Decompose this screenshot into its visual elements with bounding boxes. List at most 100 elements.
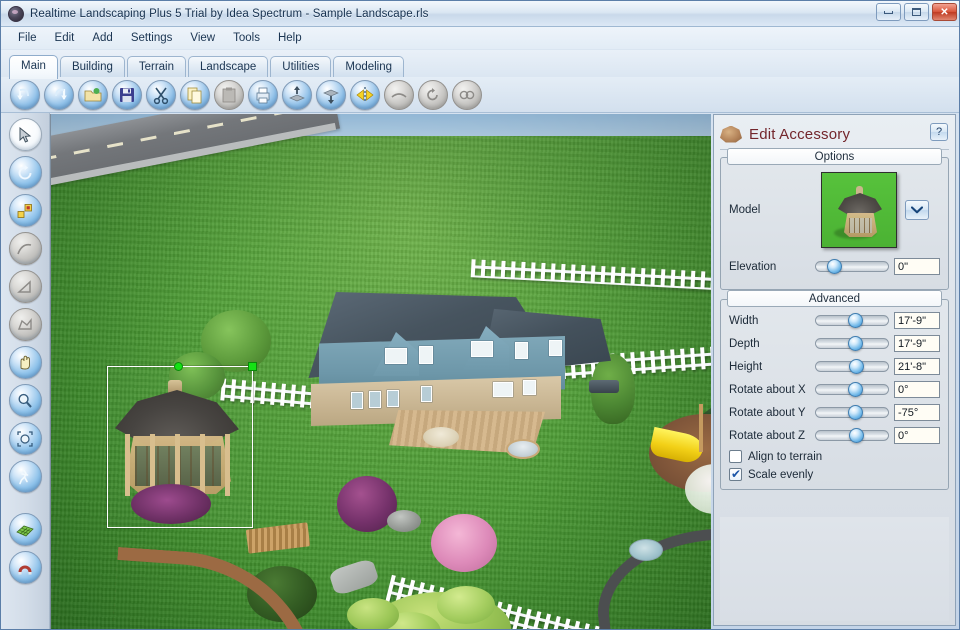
height-label: Height (729, 360, 763, 373)
advanced-group-title[interactable]: Advanced (727, 290, 942, 307)
model-thumbnail[interactable] (821, 172, 897, 248)
rotate-y-value[interactable]: -75° (894, 404, 940, 421)
house-window (493, 382, 513, 397)
pan-hand-icon[interactable] (8, 346, 42, 379)
shrub-round-b (437, 586, 495, 624)
tab-building[interactable]: Building (59, 56, 125, 78)
elevation-slider[interactable] (815, 259, 889, 274)
height-slider[interactable] (815, 359, 889, 374)
menu-item-help[interactable]: Help (269, 30, 311, 46)
zoom-magnifier-icon[interactable] (8, 384, 42, 417)
slider-thumb[interactable] (849, 428, 865, 443)
depth-row: Depth 17'-9" (729, 335, 940, 352)
polygon-tool-icon (8, 308, 42, 341)
tab-utilities[interactable]: Utilities (270, 56, 332, 78)
slider-thumb[interactable] (826, 259, 842, 274)
close-button[interactable]: ✕ (932, 3, 957, 21)
flower-bed-purple (131, 484, 211, 524)
mirror-icon[interactable] (350, 79, 380, 110)
panel-title: Edit Accessory (749, 125, 851, 143)
rotate-x-value[interactable]: 0° (894, 381, 940, 398)
undo-icon[interactable] (10, 79, 40, 110)
raise-object-icon[interactable] (282, 79, 312, 110)
slider-thumb[interactable] (847, 405, 863, 420)
slider-thumb[interactable] (849, 359, 865, 374)
cut-scissors-icon[interactable] (146, 79, 176, 110)
scale-evenly-row[interactable]: Scale evenly (729, 467, 940, 481)
left-tool-rail (1, 113, 50, 629)
tab-strip: Main Building Terrain Landscape Utilitie… (1, 50, 959, 79)
tab-landscape[interactable]: Landscape (188, 56, 269, 78)
move-objects-icon[interactable] (8, 194, 42, 227)
slider-thumb[interactable] (847, 313, 863, 328)
rotate-left-icon (418, 79, 448, 110)
align-to-terrain-row[interactable]: Align to terrain (729, 450, 940, 463)
snap-magnet-icon[interactable] (8, 551, 42, 584)
options-group: Options Model Elevation 0" (720, 148, 949, 290)
tab-terrain[interactable]: Terrain (126, 56, 187, 78)
rotate-x-slider[interactable] (815, 382, 889, 397)
house-window (471, 341, 493, 357)
orbit-icon[interactable] (8, 156, 42, 189)
height-row: Height 21'-8" (729, 358, 940, 375)
panel-header: Edit Accessory ? (720, 121, 949, 147)
depth-value[interactable]: 17'-9" (894, 335, 940, 352)
tab-modeling[interactable]: Modeling (333, 56, 405, 78)
rotate-x-label: Rotate about X (729, 383, 806, 396)
height-value[interactable]: 21'-8" (894, 358, 940, 375)
menu-bar: File Edit Add Settings View Tools Help (1, 27, 959, 49)
open-folder-icon[interactable] (78, 79, 108, 110)
grid-icon[interactable] (8, 513, 42, 546)
menu-item-edit[interactable]: Edit (46, 30, 84, 46)
house-window (385, 348, 407, 364)
menu-item-add[interactable]: Add (83, 30, 121, 46)
chevron-down-icon (911, 206, 923, 214)
thumbnail-body (844, 213, 877, 237)
menu-item-tools[interactable]: Tools (224, 30, 269, 46)
width-slider[interactable] (815, 313, 889, 328)
depth-slider[interactable] (815, 336, 889, 351)
selection-handle-rotate[interactable] (174, 362, 184, 371)
window-title: Realtime Landscaping Plus 5 Trial by Ide… (30, 7, 429, 20)
tab-main[interactable]: Main (9, 55, 58, 79)
copy-pages-icon[interactable] (180, 79, 210, 110)
options-group-title[interactable]: Options (727, 148, 942, 165)
align-to-terrain-checkbox[interactable] (729, 450, 742, 463)
house-door (369, 391, 381, 408)
zoom-extents-icon[interactable] (8, 422, 42, 455)
maximize-button[interactable] (904, 3, 929, 21)
select-arrow-icon[interactable] (8, 118, 42, 151)
scale-evenly-checkbox[interactable] (729, 467, 742, 481)
minimize-button[interactable] (876, 3, 901, 21)
boulder-2 (387, 510, 421, 532)
maximize-icon (912, 8, 921, 16)
slider-thumb[interactable] (847, 336, 863, 351)
model-dropdown-button[interactable] (905, 200, 929, 220)
3d-viewport[interactable]: Orbit Zoom Pan Height (50, 114, 711, 629)
flatten-icon (384, 79, 414, 110)
walkthrough-icon[interactable] (8, 460, 42, 493)
lower-object-icon[interactable] (316, 79, 346, 110)
menu-item-file[interactable]: File (9, 30, 46, 46)
house-model[interactable] (301, 284, 619, 459)
menu-item-view[interactable]: View (181, 30, 224, 46)
save-disk-icon[interactable] (112, 79, 142, 110)
slider-thumb[interactable] (847, 382, 863, 397)
minimize-icon (884, 10, 893, 14)
menu-item-settings[interactable]: Settings (122, 30, 182, 46)
width-value[interactable]: 17'-9" (894, 312, 940, 329)
application-window: Realtime Landscaping Plus 5 Trial by Ide… (0, 0, 960, 630)
elevation-value[interactable]: 0" (894, 258, 940, 275)
help-button[interactable]: ? (930, 123, 948, 141)
scale-evenly-label: Scale evenly (748, 468, 814, 481)
rotate-z-label: Rotate about Z (729, 429, 806, 442)
rotate-z-slider[interactable] (815, 428, 889, 443)
parked-car (589, 380, 619, 393)
selection-handle-scale[interactable] (248, 362, 257, 371)
title-bar: Realtime Landscaping Plus 5 Trial by Ide… (1, 1, 959, 27)
print-icon[interactable] (248, 79, 278, 110)
rotate-z-value[interactable]: 0° (894, 427, 940, 444)
rotate-y-label: Rotate about Y (729, 406, 806, 419)
redo-icon[interactable] (44, 79, 74, 110)
rotate-y-slider[interactable] (815, 405, 889, 420)
